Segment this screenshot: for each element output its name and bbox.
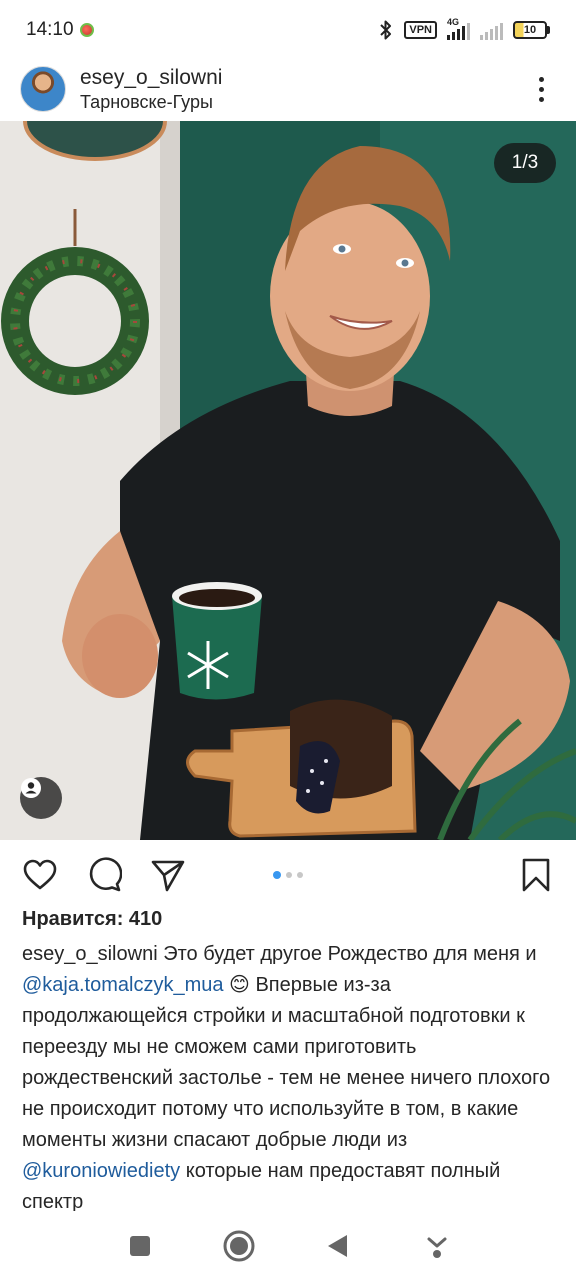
vpn-badge: VPN	[404, 21, 437, 39]
likes-count[interactable]: Нравится: 410	[22, 908, 162, 931]
signal-secondary-icon	[480, 20, 503, 40]
assist-icon	[427, 1237, 446, 1258]
action-left	[22, 857, 186, 893]
carousel-dot-2	[286, 872, 292, 878]
status-right: VPN 4G 10	[378, 17, 550, 41]
post-caption: esey_o_silowni Это будет другое Рождеств…	[22, 939, 556, 1211]
photo-illustration	[0, 121, 576, 840]
avatar[interactable]	[20, 66, 66, 112]
triangle-back-icon	[327, 1235, 347, 1257]
network-type: 4G	[447, 17, 460, 27]
location[interactable]: Тарновске-Гуры	[80, 91, 222, 113]
caption-mention-1[interactable]: @kaja.tomalczyk_mua	[22, 974, 223, 996]
recent-apps-button[interactable]	[120, 1226, 160, 1266]
caption-author[interactable]: esey_o_silowni	[22, 943, 158, 965]
back-button[interactable]	[318, 1226, 358, 1266]
post-header-text: esey_o_silowni Тарновске-Гуры	[80, 65, 222, 113]
caption-text-2: 😊 Впервые из-за продолжающейся стройки и…	[22, 974, 551, 1151]
tagged-people-button[interactable]	[20, 777, 62, 819]
assistant-button[interactable]	[417, 1226, 457, 1266]
home-button[interactable]	[219, 1226, 259, 1266]
carousel-indicator	[273, 871, 303, 879]
action-bar	[0, 848, 576, 902]
comment-button[interactable]	[86, 857, 122, 893]
more-options-button[interactable]	[526, 69, 556, 109]
more-vertical-icon	[538, 76, 544, 82]
circle-icon	[223, 1230, 254, 1262]
send-icon	[151, 860, 185, 892]
caption-text-1: Это будет другое Рождество для меня и	[157, 943, 537, 965]
heart-icon	[23, 859, 57, 890]
post-photo[interactable]: 1/3	[0, 121, 576, 840]
post-header: esey_o_silowni Тарновске-Гуры	[0, 58, 576, 120]
bluetooth-icon	[380, 20, 392, 40]
username[interactable]: esey_o_silowni	[80, 65, 222, 91]
person-tag-icon	[21, 778, 41, 798]
carousel-dot-1	[273, 871, 281, 879]
like-button[interactable]	[22, 857, 58, 893]
battery-icon: 10	[513, 21, 550, 39]
bookmark-icon	[522, 858, 550, 892]
status-bar: 14:10 VPN 4G 10	[0, 0, 576, 60]
square-icon	[129, 1236, 150, 1256]
signal-4g-icon: 4G	[447, 17, 470, 40]
status-time: 14:10	[26, 19, 74, 40]
caption-mention-2[interactable]: @kuroniowiediety	[22, 1160, 180, 1182]
notification-app-icon	[79, 23, 94, 37]
save-button[interactable]	[518, 857, 554, 893]
share-button[interactable]	[150, 857, 186, 893]
system-nav-bar	[0, 1212, 576, 1280]
status-left: 14:10	[26, 19, 94, 41]
battery-level: 10	[523, 24, 537, 36]
carousel-dot-3	[297, 872, 303, 878]
page-counter: 1/3	[494, 143, 556, 183]
comment-icon	[89, 857, 122, 892]
